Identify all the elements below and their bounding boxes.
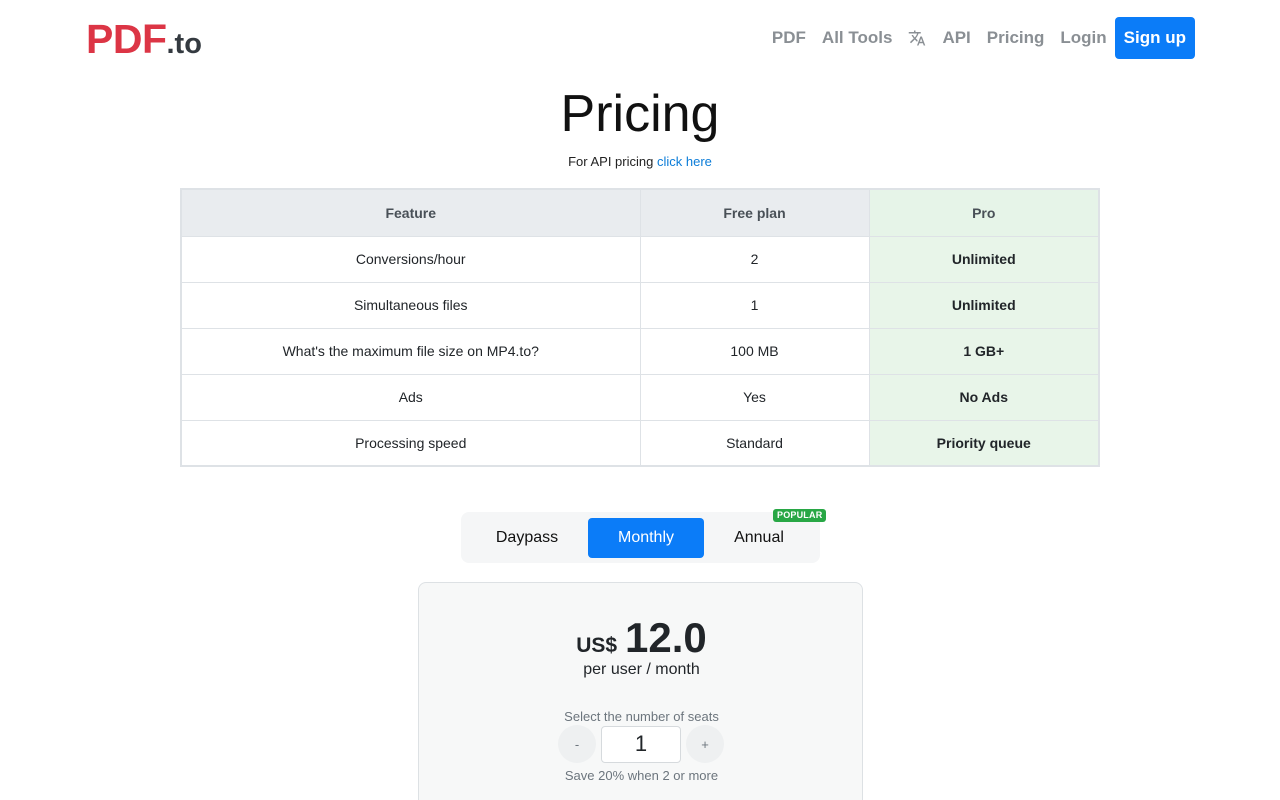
- price-card: US$ 12.0 per user / month Select the num…: [418, 582, 863, 800]
- header-feature: Feature: [180, 188, 641, 237]
- api-note-text: For API pricing: [568, 154, 654, 169]
- seats-input[interactable]: [601, 725, 681, 763]
- top-nav: PDF All Tools API Pricing Login Sign up: [772, 17, 1195, 59]
- plan-daypass-button[interactable]: Daypass: [466, 518, 588, 558]
- seats-stepper: - +: [558, 725, 724, 763]
- header-free-plan: Free plan: [639, 188, 870, 237]
- nav-link-api[interactable]: API: [942, 28, 970, 48]
- header-pro: Pro: [868, 188, 1100, 237]
- api-pricing-note: For API pricing click here: [0, 153, 1280, 170]
- page-title: Pricing: [560, 85, 720, 143]
- price-display: US$ 12.0: [419, 613, 864, 663]
- feature-comparison-table: Feature Free plan Pro Conversions/hour 2…: [180, 188, 1100, 467]
- decrement-seats-button[interactable]: -: [558, 725, 596, 763]
- logo-name: PDF: [86, 16, 167, 62]
- price-amount: 12.0: [625, 614, 707, 661]
- free-cell: 100 MB: [639, 327, 870, 375]
- free-cell: Standard: [639, 419, 870, 467]
- table-row: Ads Yes No Ads: [180, 373, 1100, 421]
- table-row: Conversions/hour 2 Unlimited: [180, 235, 1100, 283]
- logo-suffix: .to: [166, 28, 202, 60]
- table-header-row: Feature Free plan Pro: [180, 188, 1100, 237]
- price-period: per user / month: [583, 661, 700, 678]
- save-note: Save 20% when 2 or more: [564, 768, 719, 783]
- feature-cell: What's the maximum file size on MP4.to?: [180, 327, 641, 375]
- increment-seats-button[interactable]: +: [686, 725, 724, 763]
- nav-link-login[interactable]: Login: [1060, 28, 1106, 48]
- nav-link-pricing[interactable]: Pricing: [987, 28, 1045, 48]
- translate-icon[interactable]: [908, 29, 926, 47]
- table-row: Simultaneous files 1 Unlimited: [180, 281, 1100, 329]
- pro-cell: No Ads: [868, 373, 1100, 421]
- pro-cell: 1 GB+: [868, 327, 1100, 375]
- popular-badge: POPULAR: [773, 509, 827, 522]
- pro-cell: Unlimited: [868, 235, 1100, 283]
- api-pricing-link[interactable]: click here: [657, 154, 712, 169]
- pro-cell: Priority queue: [868, 419, 1100, 467]
- pro-cell: Unlimited: [868, 281, 1100, 329]
- feature-cell: Ads: [180, 373, 641, 421]
- logo[interactable]: PDF .to: [86, 15, 202, 68]
- table-row: What's the maximum file size on MP4.to? …: [180, 327, 1100, 375]
- free-cell: Yes: [639, 373, 870, 421]
- plan-toggle: Daypass Monthly Annual: [461, 512, 820, 563]
- price-currency: US$: [576, 634, 618, 657]
- feature-cell: Conversions/hour: [180, 235, 641, 283]
- signup-button[interactable]: Sign up: [1114, 17, 1195, 59]
- free-cell: 1: [639, 281, 870, 329]
- table-row: Processing speed Standard Priority queue: [180, 419, 1100, 467]
- free-cell: 2: [639, 235, 870, 283]
- nav-link-all-tools[interactable]: All Tools: [822, 28, 893, 48]
- feature-cell: Simultaneous files: [180, 281, 641, 329]
- plan-annual-button[interactable]: Annual: [704, 518, 814, 558]
- feature-cell: Processing speed: [180, 419, 641, 467]
- nav-link-pdf[interactable]: PDF: [772, 28, 806, 48]
- seats-label: Select the number of seats: [564, 709, 719, 724]
- plan-monthly-button[interactable]: Monthly: [588, 517, 704, 558]
